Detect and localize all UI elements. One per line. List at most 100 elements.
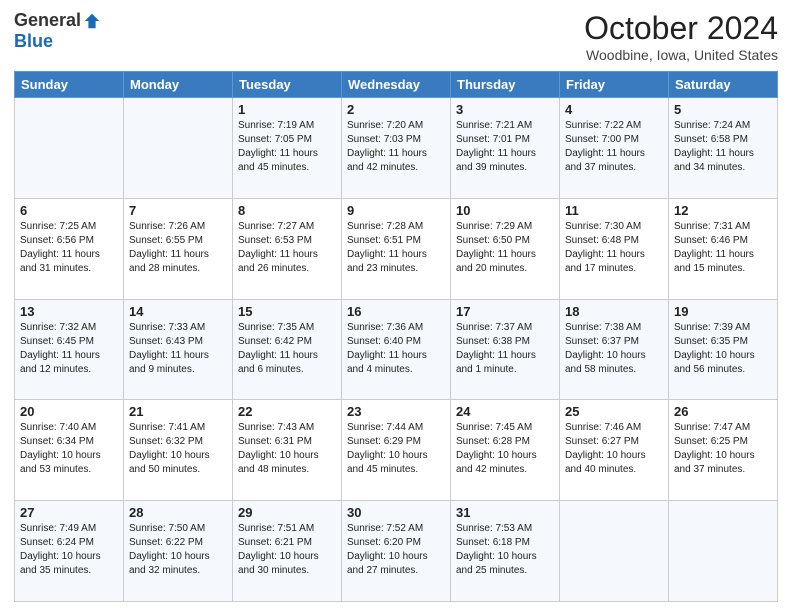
day-info: Sunrise: 7:44 AMSunset: 6:29 PMDaylight:… bbox=[347, 421, 445, 477]
day-number: 22 bbox=[238, 404, 336, 419]
day-info: Sunrise: 7:31 AMSunset: 6:46 PMDaylight:… bbox=[674, 220, 772, 276]
day-info: Sunrise: 7:29 AMSunset: 6:50 PMDaylight:… bbox=[456, 220, 554, 276]
day-number: 27 bbox=[20, 505, 118, 520]
col-tuesday: Tuesday bbox=[233, 72, 342, 98]
day-info: Sunrise: 7:20 AMSunset: 7:03 PMDaylight:… bbox=[347, 119, 445, 175]
day-number: 4 bbox=[565, 102, 663, 117]
cell-0-0 bbox=[15, 98, 124, 199]
cell-2-5: 18 Sunrise: 7:38 AMSunset: 6:37 PMDayligh… bbox=[560, 299, 669, 400]
day-number: 24 bbox=[456, 404, 554, 419]
cell-4-5 bbox=[560, 501, 669, 602]
day-info: Sunrise: 7:43 AMSunset: 6:31 PMDaylight:… bbox=[238, 421, 336, 477]
day-info: Sunrise: 7:27 AMSunset: 6:53 PMDaylight:… bbox=[238, 220, 336, 276]
logo: General Blue bbox=[14, 10, 101, 52]
day-number: 5 bbox=[674, 102, 772, 117]
cell-3-0: 20Sunrise: 7:40 AMSunset: 6:34 PMDayligh… bbox=[15, 400, 124, 501]
cell-0-3: 2 Sunrise: 7:20 AMSunset: 7:03 PMDaylight… bbox=[342, 98, 451, 199]
cell-2-0: 13 Sunrise: 7:32 AMSunset: 6:45 PMDayligh… bbox=[15, 299, 124, 400]
week-row-4: 20Sunrise: 7:40 AMSunset: 6:34 PMDayligh… bbox=[15, 400, 778, 501]
col-sunday: Sunday bbox=[15, 72, 124, 98]
day-number: 20 bbox=[20, 404, 118, 419]
day-number: 13 bbox=[20, 304, 118, 319]
day-number: 7 bbox=[129, 203, 227, 218]
location: Woodbine, Iowa, United States bbox=[584, 47, 778, 63]
col-saturday: Saturday bbox=[669, 72, 778, 98]
col-thursday: Thursday bbox=[451, 72, 560, 98]
day-info: Sunrise: 7:53 AMSunset: 6:18 PMDaylight:… bbox=[456, 522, 554, 578]
day-number: 12 bbox=[674, 203, 772, 218]
cell-2-1: 14Sunrise: 7:33 AMSunset: 6:43 PMDayligh… bbox=[124, 299, 233, 400]
day-info: Sunrise: 7:46 AMSunset: 6:27 PMDaylight:… bbox=[565, 421, 663, 477]
cell-0-4: 3Sunrise: 7:21 AMSunset: 7:01 PMDaylight… bbox=[451, 98, 560, 199]
col-friday: Friday bbox=[560, 72, 669, 98]
day-number: 14 bbox=[129, 304, 227, 319]
cell-2-6: 19 Sunrise: 7:39 AMSunset: 6:35 PMDayligh… bbox=[669, 299, 778, 400]
day-info: Sunrise: 7:24 AMSunset: 6:58 PMDaylight:… bbox=[674, 119, 772, 175]
cell-1-5: 11 Sunrise: 7:30 AMSunset: 6:48 PMDayligh… bbox=[560, 198, 669, 299]
day-number: 11 bbox=[565, 203, 663, 218]
day-info: Sunrise: 7:47 AMSunset: 6:25 PMDaylight:… bbox=[674, 421, 772, 477]
day-number: 16 bbox=[347, 304, 445, 319]
cell-0-1 bbox=[124, 98, 233, 199]
cell-3-4: 24Sunrise: 7:45 AMSunset: 6:28 PMDayligh… bbox=[451, 400, 560, 501]
logo-icon bbox=[83, 12, 101, 30]
day-number: 18 bbox=[565, 304, 663, 319]
title-area: October 2024 Woodbine, Iowa, United Stat… bbox=[584, 10, 778, 63]
day-number: 26 bbox=[674, 404, 772, 419]
week-row-3: 13 Sunrise: 7:32 AMSunset: 6:45 PMDayligh… bbox=[15, 299, 778, 400]
day-info: Sunrise: 7:36 AMSunset: 6:40 PMDaylight:… bbox=[347, 321, 445, 377]
day-number: 3 bbox=[456, 102, 554, 117]
day-info: Sunrise: 7:52 AMSunset: 6:20 PMDaylight:… bbox=[347, 522, 445, 578]
day-number: 17 bbox=[456, 304, 554, 319]
day-info: Sunrise: 7:50 AMSunset: 6:22 PMDaylight:… bbox=[129, 522, 227, 578]
week-row-1: 1 Sunrise: 7:19 AMSunset: 7:05 PMDaylight… bbox=[15, 98, 778, 199]
day-info: Sunrise: 7:28 AMSunset: 6:51 PMDaylight:… bbox=[347, 220, 445, 276]
col-monday: Monday bbox=[124, 72, 233, 98]
day-number: 31 bbox=[456, 505, 554, 520]
header: General Blue October 2024 Woodbine, Iowa… bbox=[14, 10, 778, 63]
page: General Blue October 2024 Woodbine, Iowa… bbox=[0, 0, 792, 612]
cell-3-5: 25 Sunrise: 7:46 AMSunset: 6:27 PMDayligh… bbox=[560, 400, 669, 501]
logo-general-text: General bbox=[14, 10, 81, 31]
cell-1-2: 8 Sunrise: 7:27 AMSunset: 6:53 PMDaylight… bbox=[233, 198, 342, 299]
week-row-5: 27Sunrise: 7:49 AMSunset: 6:24 PMDayligh… bbox=[15, 501, 778, 602]
cell-3-6: 26 Sunrise: 7:47 AMSunset: 6:25 PMDayligh… bbox=[669, 400, 778, 501]
cell-1-0: 6Sunrise: 7:25 AMSunset: 6:56 PMDaylight… bbox=[15, 198, 124, 299]
day-info: Sunrise: 7:35 AMSunset: 6:42 PMDaylight:… bbox=[238, 321, 336, 377]
day-info: Sunrise: 7:51 AMSunset: 6:21 PMDaylight:… bbox=[238, 522, 336, 578]
cell-1-6: 12 Sunrise: 7:31 AMSunset: 6:46 PMDayligh… bbox=[669, 198, 778, 299]
cell-1-4: 10 Sunrise: 7:29 AMSunset: 6:50 PMDayligh… bbox=[451, 198, 560, 299]
day-info: Sunrise: 7:38 AMSunset: 6:37 PMDaylight:… bbox=[565, 321, 663, 377]
cell-3-1: 21 Sunrise: 7:41 AMSunset: 6:32 PMDayligh… bbox=[124, 400, 233, 501]
day-info: Sunrise: 7:41 AMSunset: 6:32 PMDaylight:… bbox=[129, 421, 227, 477]
day-number: 1 bbox=[238, 102, 336, 117]
day-info: Sunrise: 7:39 AMSunset: 6:35 PMDaylight:… bbox=[674, 321, 772, 377]
cell-3-3: 23 Sunrise: 7:44 AMSunset: 6:29 PMDayligh… bbox=[342, 400, 451, 501]
cell-3-2: 22 Sunrise: 7:43 AMSunset: 6:31 PMDayligh… bbox=[233, 400, 342, 501]
logo-blue-text: Blue bbox=[14, 31, 53, 52]
day-info: Sunrise: 7:37 AMSunset: 6:38 PMDaylight:… bbox=[456, 321, 554, 377]
cell-2-4: 17 Sunrise: 7:37 AMSunset: 6:38 PMDayligh… bbox=[451, 299, 560, 400]
day-number: 8 bbox=[238, 203, 336, 218]
week-row-2: 6Sunrise: 7:25 AMSunset: 6:56 PMDaylight… bbox=[15, 198, 778, 299]
cell-0-6: 5 Sunrise: 7:24 AMSunset: 6:58 PMDaylight… bbox=[669, 98, 778, 199]
day-number: 6 bbox=[20, 203, 118, 218]
day-number: 25 bbox=[565, 404, 663, 419]
day-info: Sunrise: 7:30 AMSunset: 6:48 PMDaylight:… bbox=[565, 220, 663, 276]
day-number: 10 bbox=[456, 203, 554, 218]
cell-4-0: 27Sunrise: 7:49 AMSunset: 6:24 PMDayligh… bbox=[15, 501, 124, 602]
day-number: 23 bbox=[347, 404, 445, 419]
day-number: 21 bbox=[129, 404, 227, 419]
day-info: Sunrise: 7:32 AMSunset: 6:45 PMDaylight:… bbox=[20, 321, 118, 377]
day-number: 15 bbox=[238, 304, 336, 319]
day-number: 19 bbox=[674, 304, 772, 319]
day-number: 9 bbox=[347, 203, 445, 218]
cell-2-3: 16 Sunrise: 7:36 AMSunset: 6:40 PMDayligh… bbox=[342, 299, 451, 400]
cell-2-2: 15 Sunrise: 7:35 AMSunset: 6:42 PMDayligh… bbox=[233, 299, 342, 400]
day-info: Sunrise: 7:19 AMSunset: 7:05 PMDaylight:… bbox=[238, 119, 336, 175]
cell-1-1: 7Sunrise: 7:26 AMSunset: 6:55 PMDaylight… bbox=[124, 198, 233, 299]
day-number: 2 bbox=[347, 102, 445, 117]
day-number: 28 bbox=[129, 505, 227, 520]
cell-4-2: 29Sunrise: 7:51 AMSunset: 6:21 PMDayligh… bbox=[233, 501, 342, 602]
day-info: Sunrise: 7:22 AMSunset: 7:00 PMDaylight:… bbox=[565, 119, 663, 175]
